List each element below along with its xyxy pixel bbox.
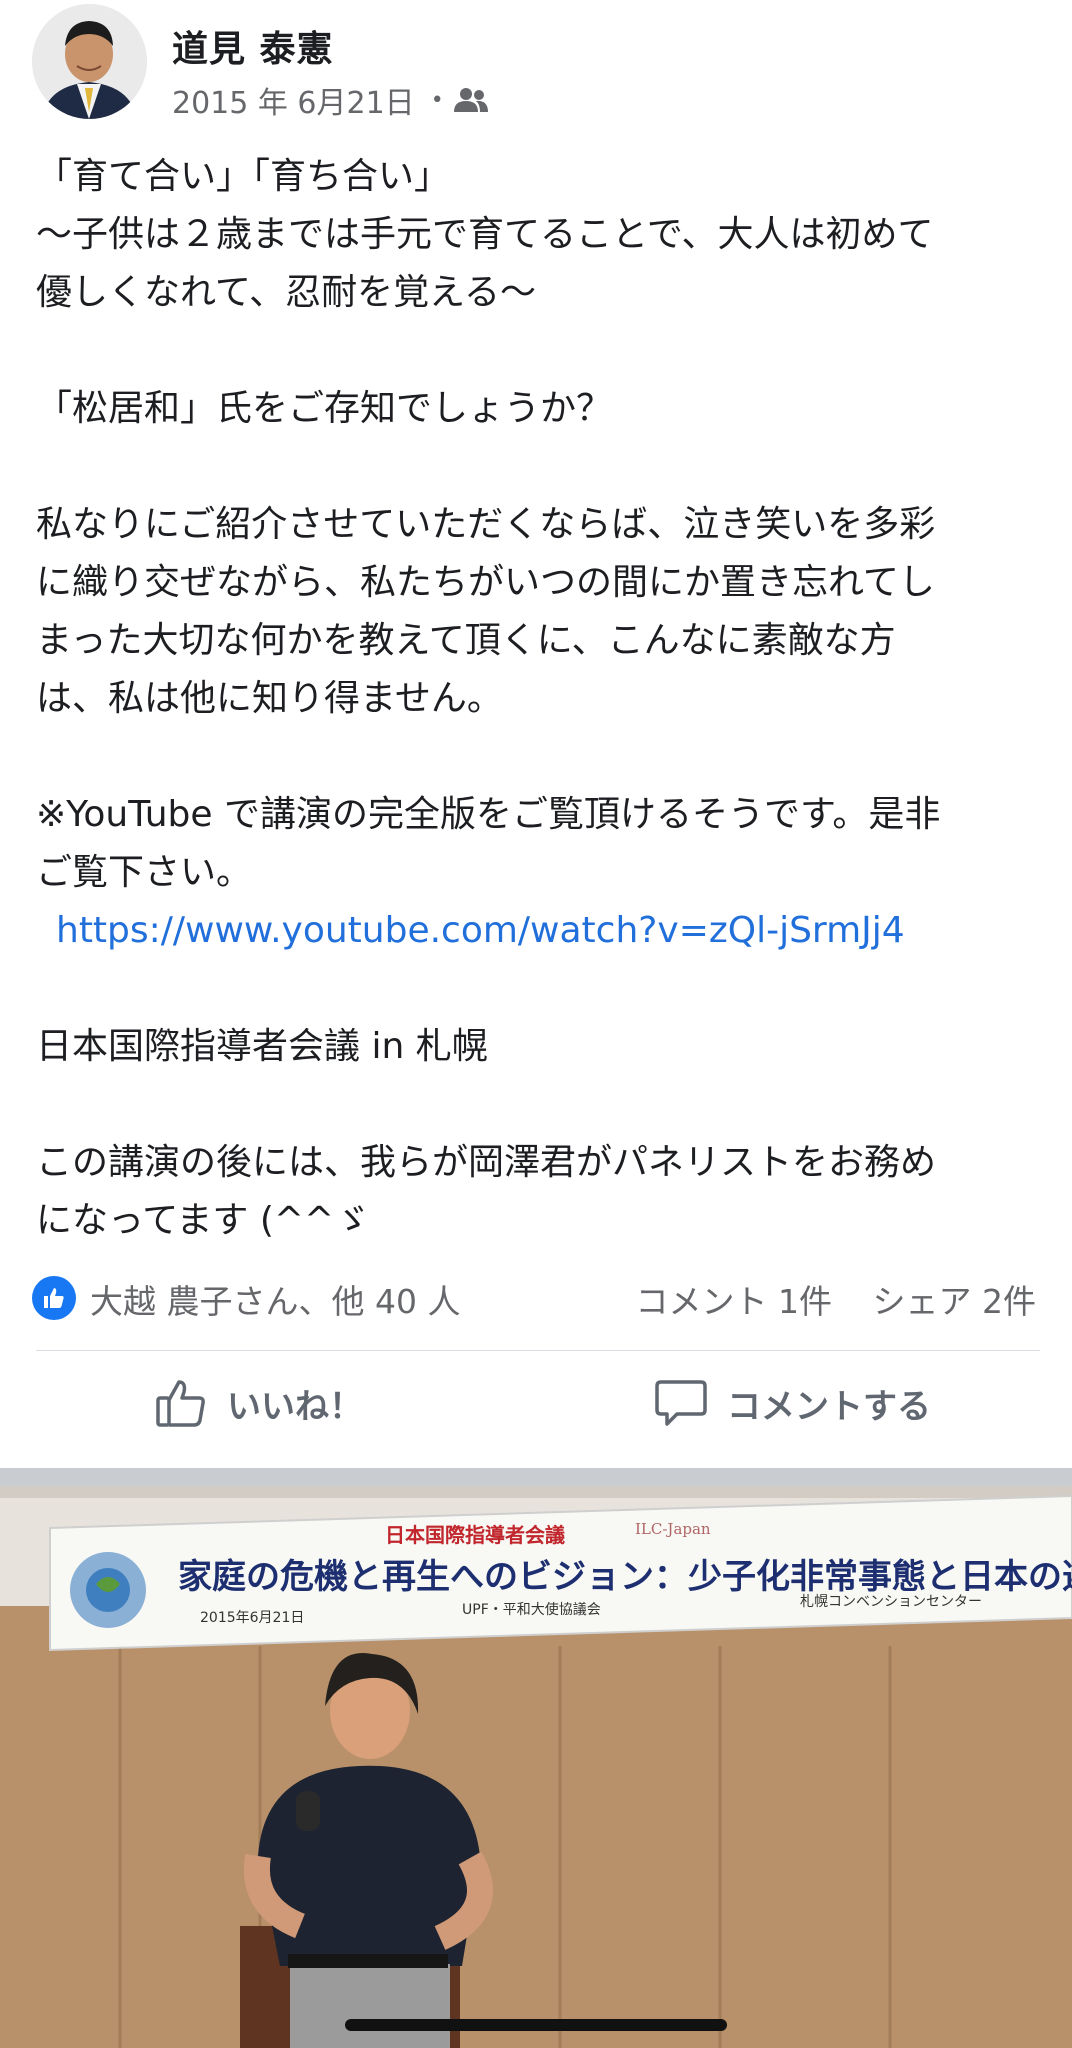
body-line: 優しくなれて、忍耐を覚える〜	[36, 272, 537, 313]
body-line: まった大切な何かを教えて頂くに、こんなに素敵な方	[36, 620, 896, 661]
divider	[36, 1350, 1040, 1351]
banner-org-text: UPF・平和大使協議会	[462, 1601, 601, 1618]
post-photo[interactable]: 日本国際指導者会議 ILC-Japan 家庭の危機と再生へのビジョン：少子化非常…	[0, 1486, 1072, 2048]
body-line: この講演の後には、我らが岡澤君がパネリストをお務め	[36, 1142, 937, 1183]
share-count[interactable]: シェア 2件	[873, 1282, 1037, 1321]
like-label: いいね！	[227, 1386, 363, 1427]
banner-tag-text: ILC-Japan	[635, 1520, 711, 1538]
post-date[interactable]: 2015 年 6月21日	[172, 78, 415, 122]
banner-emblem-icon	[70, 1552, 146, 1628]
body-line: 〜子供は２歳までは手元で育てることで、大人は初めて	[36, 214, 934, 255]
comment-count[interactable]: コメント 1件	[636, 1282, 833, 1321]
friends-icon[interactable]	[453, 87, 488, 113]
feed-separator	[0, 1468, 1072, 1486]
body-line: 日本国際指導者会議 in 札幌	[36, 1026, 488, 1067]
home-indicator[interactable]	[345, 2019, 727, 2031]
thumbs-up-outline-icon	[156, 1380, 205, 1427]
body-line: 私なりにご紹介させていただくならば、泣き笑いを多彩	[36, 504, 936, 545]
body-line: ご覧下さい。	[36, 852, 253, 893]
like-button[interactable]: いいね！	[155, 1378, 363, 1428]
post-actions: いいね！ コメントする	[0, 1360, 1072, 1460]
banner-venue-text: 札幌コンベンションセンター	[800, 1594, 982, 1610]
banner-date-text: 2015年6月21日	[200, 1610, 304, 1626]
body-line: は、私は他に知り得ません。	[36, 678, 503, 719]
like-reaction-icon[interactable]	[32, 1276, 76, 1320]
engagement-counts: コメント 1件 シェア 2件	[636, 1275, 1037, 1323]
reactors-summary[interactable]: 大越 農子さん、他 40 人	[90, 1275, 460, 1323]
post-body: 「育て合い」「育ち合い」 〜子供は２歳までは手元で育てることで、大人は初めて 優…	[36, 148, 1046, 1250]
avatar-photo	[32, 4, 147, 119]
body-line: ※YouTube で講演の完全版をご覧頂けるそうです。是非	[36, 794, 941, 835]
comment-bubble-icon	[655, 1380, 707, 1426]
body-line: 「松居和」氏をご存知でしょうか？	[36, 388, 613, 429]
post-meta: 2015 年 6月21日 •	[172, 78, 488, 122]
banner-main-text: 家庭の危機と再生へのビジョン：少子化非常事態と日本の選択	[178, 1557, 1072, 1597]
reaction-stats: 大越 農子さん、他 40 人 コメント 1件 シェア 2件	[0, 1265, 1072, 1325]
youtube-link[interactable]: https://www.youtube.com/watch?v=zQl-jSrm…	[36, 902, 1046, 960]
post-header: 道見 泰憲 2015 年 6月21日 •	[0, 0, 1072, 140]
body-line: に織り交ぜながら、私たちがいつの間にか置き忘れてし	[36, 562, 935, 603]
comment-button[interactable]: コメントする	[655, 1378, 931, 1428]
author-name[interactable]: 道見 泰憲	[172, 20, 334, 72]
meta-separator: •	[430, 87, 444, 113]
banner-top-text: 日本国際指導者会議	[385, 1523, 565, 1547]
facebook-post: 道見 泰憲 2015 年 6月21日 • 「育て合い」「育ち合い」 〜子供は２歳…	[0, 0, 1072, 1468]
body-line: 「育て合い」「育ち合い」	[36, 156, 451, 197]
thumbs-up-icon	[44, 1288, 64, 1308]
body-line: になってます (^^ゞ	[36, 1200, 371, 1241]
comment-label: コメントする	[727, 1386, 931, 1427]
lecture-photo: 日本国際指導者会議 ILC-Japan 家庭の危機と再生へのビジョン：少子化非常…	[0, 1486, 1072, 2048]
author-avatar[interactable]	[32, 4, 147, 119]
